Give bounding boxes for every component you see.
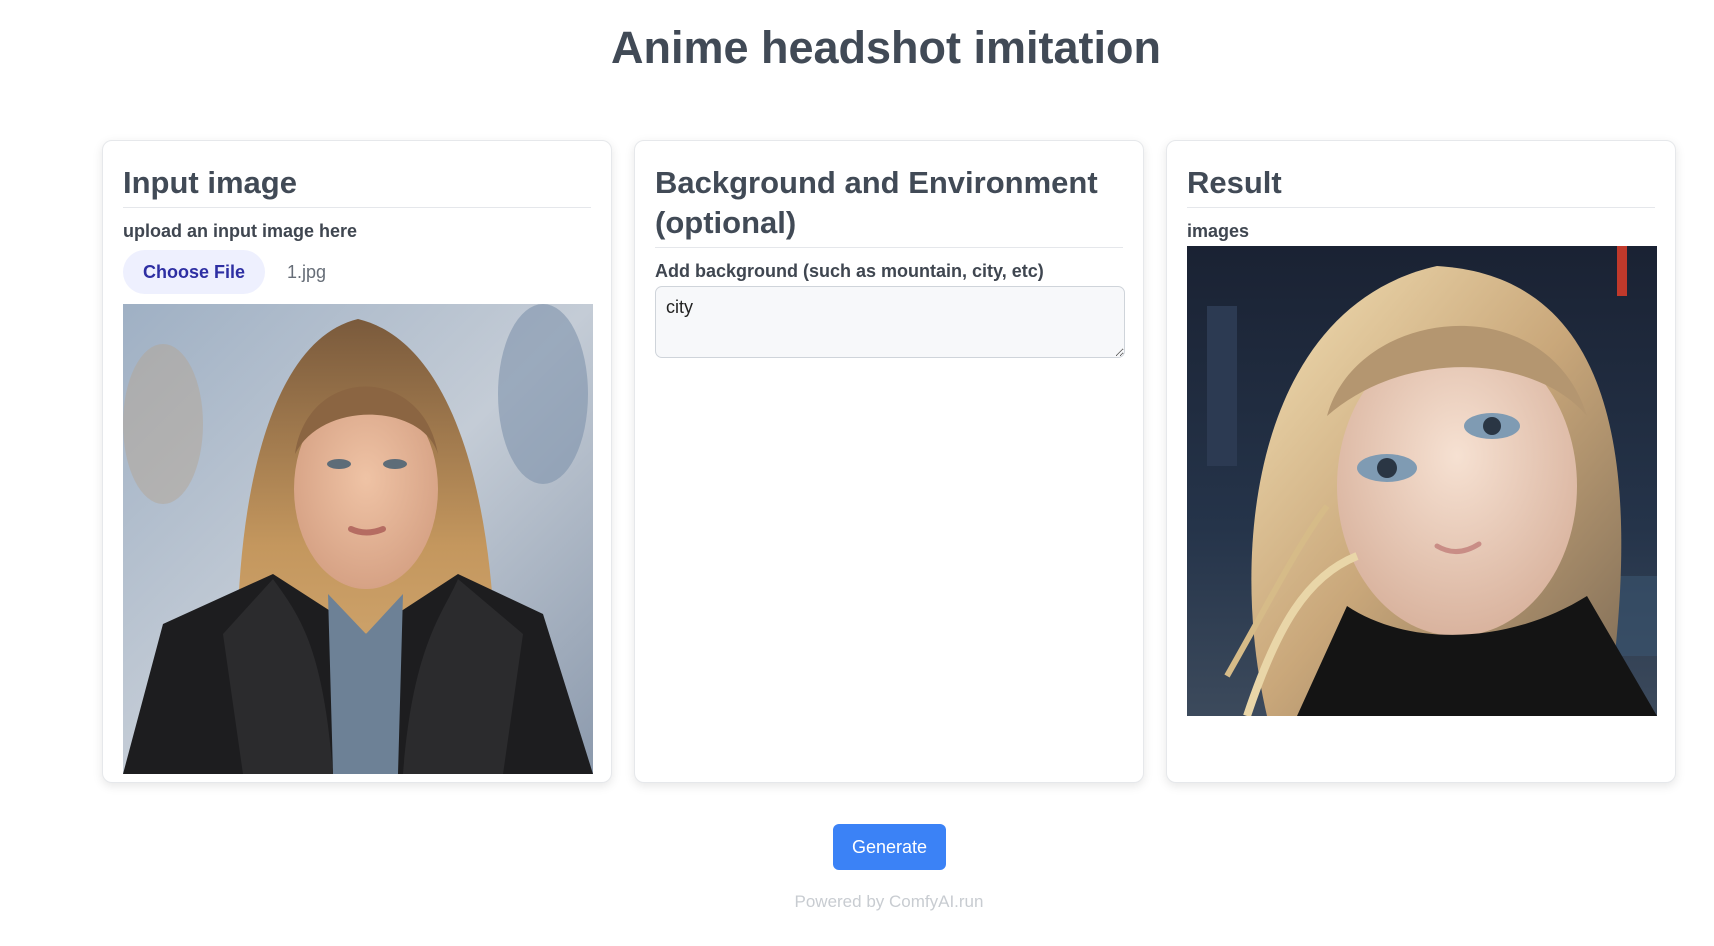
result-images-label: images [1187, 221, 1250, 241]
selected-file-name: 1.jpg [287, 261, 327, 282]
upload-label: upload an input image here [123, 221, 358, 241]
result-anime-image [1187, 246, 1657, 716]
result-image [1187, 246, 1657, 716]
choose-file-button[interactable]: Choose File [123, 250, 266, 294]
input-card-title: Input image [123, 163, 591, 208]
input-photo [123, 304, 593, 774]
footer: Powered by ComfyAI.run [0, 892, 1714, 912]
page-title: Anime headshot imitation [610, 22, 1162, 73]
result-card-title: Result [1187, 163, 1655, 208]
result-card: Result images [1166, 140, 1676, 783]
footer-prefix: Powered by [794, 892, 889, 911]
input-image-preview [123, 304, 593, 774]
background-input[interactable]: city [655, 286, 1125, 358]
background-card: Background and Environment (optional) Ad… [634, 140, 1144, 783]
generate-button[interactable]: Generate [833, 824, 946, 870]
background-label: Add background (such as mountain, city, … [655, 261, 1044, 281]
input-image-card: Input image upload an input image here C… [102, 140, 612, 783]
file-upload-row: Choose File 1.jpg [123, 250, 591, 294]
background-card-title: Background and Environment (optional) [655, 163, 1123, 248]
footer-link[interactable]: ComfyAI.run [889, 892, 983, 911]
